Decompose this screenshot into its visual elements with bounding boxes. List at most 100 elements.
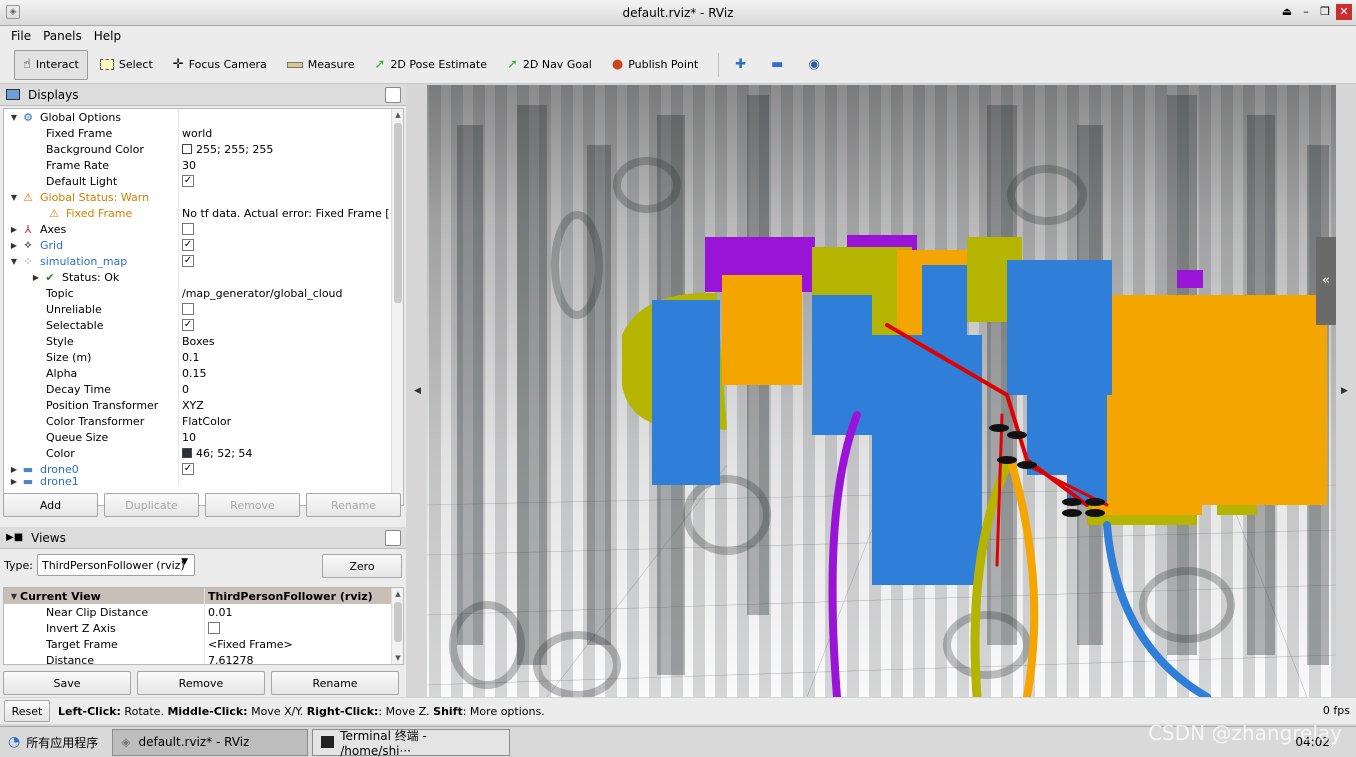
- tree-row-background-color[interactable]: Background Color 255; 255; 255: [4, 141, 403, 157]
- publish-point-tool[interactable]: ● Publish Point: [604, 50, 706, 80]
- tree-row-near-clip[interactable]: Near Clip Distance 0.01: [4, 604, 403, 620]
- tree-row-global-options[interactable]: ▼ ⚙ Global Options: [4, 109, 403, 125]
- tree-row-simulation-map[interactable]: ▼ ⁘ simulation_map ✓: [4, 253, 403, 269]
- invert-z-checkbox[interactable]: [208, 622, 220, 634]
- scroll-up-icon[interactable]: ▲: [392, 588, 403, 600]
- tree-row-drone1[interactable]: ▶ ▬ drone1: [4, 477, 403, 485]
- tree-row-unreliable[interactable]: Unreliable: [4, 301, 403, 317]
- view-type-label: Type:: [4, 558, 33, 572]
- nav-goal-tool[interactable]: ➚ 2D Nav Goal: [499, 50, 600, 80]
- simulation-map-checkbox[interactable]: ✓: [182, 255, 194, 267]
- close-icon[interactable]: ✕: [1336, 4, 1352, 20]
- menu-panels[interactable]: Panels: [43, 29, 82, 43]
- expand-arrow-icon[interactable]: ▼: [8, 193, 20, 202]
- tree-row-size[interactable]: Size (m) 0.1: [4, 349, 403, 365]
- pose-estimate-tool[interactable]: ➚ 2D Pose Estimate: [367, 50, 495, 80]
- collapse-arrow-icon[interactable]: ▶: [8, 241, 20, 250]
- start-menu[interactable]: ◔ 所有应用程序: [0, 734, 106, 751]
- tree-row-distance[interactable]: Distance 7.61278: [4, 652, 403, 664]
- drone0-checkbox[interactable]: ✓: [182, 463, 194, 475]
- tree-row-selectable[interactable]: Selectable ✓: [4, 317, 403, 333]
- unreliable-checkbox[interactable]: [182, 303, 194, 315]
- eye-icon: ◉: [808, 57, 820, 72]
- displays-tree[interactable]: ▼ ⚙ Global Options Fixed Frame world Backgr…: [3, 108, 404, 506]
- selectable-checkbox[interactable]: ✓: [182, 319, 194, 331]
- tree-row-target-frame[interactable]: Target Frame <Fixed Frame>: [4, 636, 403, 652]
- tree-row-drone0[interactable]: ▶ ▬ drone0 ✓: [4, 461, 403, 477]
- views-tree[interactable]: ▼ Current View ThirdPersonFollower (rviz) …: [3, 587, 404, 665]
- menu-help[interactable]: Help: [94, 29, 121, 43]
- measure-tool[interactable]: Measure: [279, 50, 363, 80]
- menu-file[interactable]: File: [11, 29, 31, 43]
- tree-row-decay-time[interactable]: Decay Time 0: [4, 381, 403, 397]
- panel-visibility-button[interactable]: ◉: [800, 50, 832, 80]
- task-terminal[interactable]: Terminal 终端 - /home/shi···: [312, 728, 511, 757]
- focus-camera-tool[interactable]: ✛ Focus Camera: [165, 50, 275, 80]
- expand-arrow-icon[interactable]: ▼: [8, 592, 20, 601]
- scroll-thumb[interactable]: [394, 123, 402, 303]
- remove-tool-button[interactable]: ▬: [763, 50, 796, 80]
- tree-row-grid[interactable]: ▶ ⟡ Grid ✓: [4, 237, 403, 253]
- remove-view-button[interactable]: Remove: [137, 671, 265, 695]
- select-tool[interactable]: Select: [92, 50, 161, 80]
- collapse-arrow-icon[interactable]: ▶: [8, 477, 20, 485]
- collapse-right-dock-icon[interactable]: «: [1316, 237, 1336, 325]
- displays-float-checkbox[interactable]: [385, 87, 401, 103]
- tree-row-default-light[interactable]: Default Light ✓: [4, 173, 403, 189]
- tree-row-global-status[interactable]: ▼ ⚠ Global Status: Warn: [4, 189, 403, 205]
- tree-row-fixed-frame[interactable]: Fixed Frame world: [4, 125, 403, 141]
- duplicate-display-button[interactable]: Duplicate: [104, 493, 199, 517]
- color-swatch[interactable]: [182, 448, 192, 458]
- default-light-checkbox[interactable]: ✓: [182, 175, 194, 187]
- minimize-icon[interactable]: –: [1298, 4, 1314, 20]
- displays-scrollbar[interactable]: ▲▼: [391, 109, 403, 505]
- render-3d-view[interactable]: «: [427, 85, 1336, 697]
- shade-icon[interactable]: ⏏: [1279, 4, 1295, 20]
- expand-right-dock-icon[interactable]: ▶: [1341, 386, 1348, 396]
- save-view-button[interactable]: Save: [3, 671, 131, 695]
- scroll-thumb[interactable]: [394, 602, 402, 642]
- collapse-left-dock-icon[interactable]: ◀: [414, 386, 421, 396]
- add-display-button[interactable]: Add: [3, 493, 98, 517]
- axes-checkbox[interactable]: [182, 223, 194, 235]
- warning-icon: ⚠: [49, 206, 59, 220]
- color-swatch[interactable]: [182, 144, 192, 154]
- rename-display-button[interactable]: Rename: [306, 493, 401, 517]
- scroll-up-icon[interactable]: ▲: [392, 109, 403, 121]
- tree-row-alpha[interactable]: Alpha 0.15: [4, 365, 403, 381]
- tree-row-color-transformer[interactable]: Color Transformer FlatColor: [4, 413, 403, 429]
- tree-row-position-transformer[interactable]: Position Transformer XYZ: [4, 397, 403, 413]
- maximize-icon[interactable]: ❐: [1317, 4, 1333, 20]
- expand-arrow-icon[interactable]: ▼: [8, 113, 20, 122]
- interact-tool[interactable]: ☝ Interact: [14, 49, 88, 80]
- views-float-checkbox[interactable]: [385, 530, 401, 546]
- tree-row-queue-size[interactable]: Queue Size 10: [4, 429, 403, 445]
- tree-row-axes[interactable]: ▶ ⅄ Axes: [4, 221, 403, 237]
- collapse-arrow-icon[interactable]: ▶: [30, 273, 42, 282]
- remove-display-button[interactable]: Remove: [205, 493, 300, 517]
- tree-row-frame-rate[interactable]: Frame Rate 30: [4, 157, 403, 173]
- tree-row-topic[interactable]: Topic/map_generator/global_cloud: [4, 285, 403, 301]
- zero-view-button[interactable]: Zero: [322, 554, 402, 578]
- views-scrollbar[interactable]: ▲ ▼: [391, 588, 403, 664]
- tree-row-invert-z[interactable]: Invert Z Axis: [4, 620, 403, 636]
- tree-row-color[interactable]: Color 46; 52; 54: [4, 445, 403, 461]
- scroll-down-icon[interactable]: ▼: [392, 652, 403, 664]
- task-rviz[interactable]: ◈ default.rviz* - RViz: [112, 728, 309, 756]
- grid-checkbox[interactable]: ✓: [182, 239, 194, 251]
- view-type-row: Type: ThirdPersonFollower (rviz) ▼: [4, 554, 195, 576]
- view-type-select[interactable]: ThirdPersonFollower (rviz) ▼: [36, 554, 195, 576]
- fixed-frame-value[interactable]: world: [178, 125, 403, 141]
- rename-view-button[interactable]: Rename: [271, 671, 399, 695]
- collapse-arrow-icon[interactable]: ▶: [8, 465, 20, 474]
- tree-row-style[interactable]: Style Boxes: [4, 333, 403, 349]
- hand-pointer-icon: ☝: [23, 57, 31, 72]
- tree-row-status-ok[interactable]: ▶ ✔ Status: Ok: [4, 269, 403, 285]
- expand-arrow-icon[interactable]: ▼: [8, 257, 20, 266]
- reset-button[interactable]: Reset: [4, 700, 50, 722]
- collapse-arrow-icon[interactable]: ▶: [8, 225, 20, 234]
- tree-row-current-view[interactable]: ▼ Current View ThirdPersonFollower (rviz): [4, 588, 403, 604]
- add-tool-button[interactable]: ✚: [727, 50, 759, 80]
- tree-row-fixed-frame-status[interactable]: ⚠ Fixed Frame No tf data. Actual error: Fi…: [4, 205, 403, 221]
- app-icon[interactable]: ◈: [6, 5, 20, 19]
